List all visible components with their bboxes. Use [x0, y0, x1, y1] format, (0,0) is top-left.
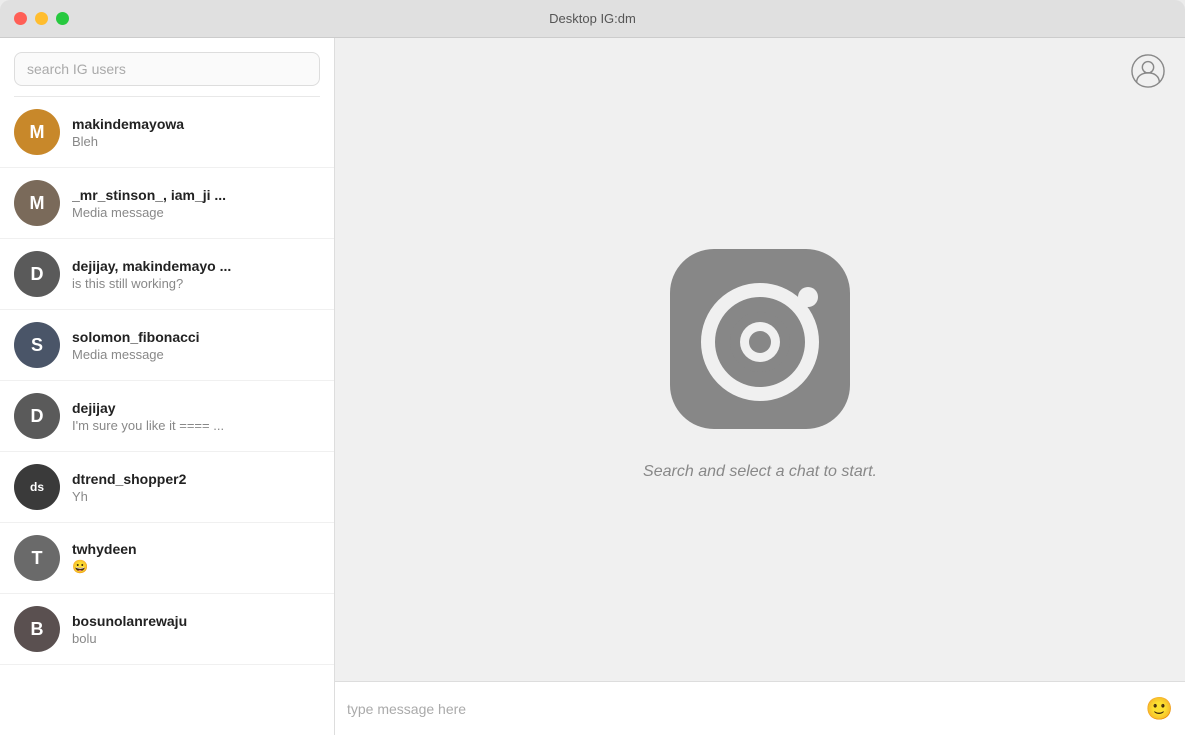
person-icon	[1131, 54, 1165, 88]
chat-list: Mmakindemayowa Bleh M _mr_stinson_, iam_ji …	[0, 97, 334, 735]
chat-preview: Media message	[72, 347, 320, 362]
app-title: Desktop IG:dm	[549, 11, 636, 26]
titlebar: Desktop IG:dm	[0, 0, 1185, 38]
chat-item[interactable]: Ddejijay, makindemayo ... is this still w…	[0, 239, 334, 310]
window-controls	[14, 12, 69, 25]
chat-preview: Bleh	[72, 134, 320, 149]
maximize-button[interactable]	[56, 12, 69, 25]
minimize-button[interactable]	[35, 12, 48, 25]
close-button[interactable]	[14, 12, 27, 25]
empty-state-text: Search and select a chat to start.	[643, 463, 877, 481]
chat-item[interactable]: Ssolomon_fibonacci Media message	[0, 310, 334, 381]
chat-preview: Yh	[72, 489, 320, 504]
chat-info: solomon_fibonacci Media message	[72, 329, 320, 362]
message-bar: 🙂	[335, 681, 1185, 735]
sidebar: Mmakindemayowa Bleh M _mr_stinson_, iam_ji …	[0, 38, 335, 735]
chat-item[interactable]: Ddejijay I'm sure you like it ==== ...	[0, 381, 334, 452]
chat-info: bosunolanrewaju bolu	[72, 613, 320, 646]
instagram-icon	[660, 239, 860, 439]
chat-name: makindemayowa	[72, 116, 320, 132]
chat-preview: 😀	[72, 559, 320, 575]
avatar: M	[14, 180, 60, 226]
search-input[interactable]	[14, 52, 320, 86]
avatar: S	[14, 322, 60, 368]
chat-name: dtrend_shopper2	[72, 471, 320, 487]
chat-item[interactable]: ds dtrend_shopper2 Yh	[0, 452, 334, 523]
chat-info: _mr_stinson_, iam_ji ... Media message	[72, 187, 320, 220]
chat-info: makindemayowa Bleh	[72, 116, 320, 149]
chat-item[interactable]: Mmakindemayowa Bleh	[0, 97, 334, 168]
avatar: M	[14, 109, 60, 155]
chat-name: dejijay	[72, 400, 320, 416]
chat-preview: Media message	[72, 205, 320, 220]
chat-item[interactable]: Bbosunolanrewaju bolu	[0, 594, 334, 665]
avatar: ds	[14, 464, 60, 510]
avatar: B	[14, 606, 60, 652]
chat-name: solomon_fibonacci	[72, 329, 320, 345]
chat-preview: bolu	[72, 631, 320, 646]
chat-item[interactable]: M _mr_stinson_, iam_ji ... Media message	[0, 168, 334, 239]
chat-preview: I'm sure you like it ==== ...	[72, 418, 320, 433]
message-input[interactable]	[347, 701, 1136, 717]
avatar: T	[14, 535, 60, 581]
app-body: Mmakindemayowa Bleh M _mr_stinson_, iam_ji …	[0, 38, 1185, 735]
empty-state: Search and select a chat to start.	[335, 38, 1185, 681]
chat-info: dejijay I'm sure you like it ==== ...	[72, 400, 320, 433]
chat-info: twhydeen 😀	[72, 541, 320, 575]
emoji-icon: 🙂	[1146, 696, 1173, 721]
chat-info: dejijay, makindemayo ... is this still wo…	[72, 258, 320, 291]
chat-info: dtrend_shopper2 Yh	[72, 471, 320, 504]
chat-name: twhydeen	[72, 541, 320, 557]
avatar: D	[14, 251, 60, 297]
chat-name: dejijay, makindemayo ...	[72, 258, 320, 274]
main-panel: Search and select a chat to start. 🙂	[335, 38, 1185, 735]
avatar: D	[14, 393, 60, 439]
profile-button[interactable]	[1129, 52, 1167, 90]
chat-preview: is this still working?	[72, 276, 320, 291]
emoji-button[interactable]: 🙂	[1146, 696, 1173, 722]
chat-name: bosunolanrewaju	[72, 613, 320, 629]
search-container	[0, 38, 334, 96]
chat-item[interactable]: Ttwhydeen 😀	[0, 523, 334, 594]
chat-name: _mr_stinson_, iam_ji ...	[72, 187, 320, 203]
